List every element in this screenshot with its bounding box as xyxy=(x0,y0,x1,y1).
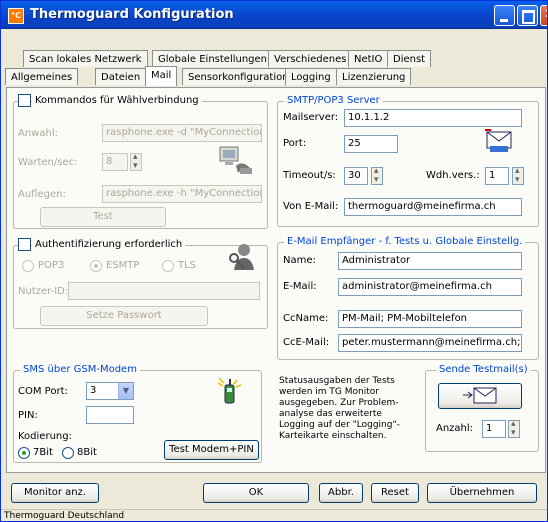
wait-field[interactable]: 8 xyxy=(102,153,128,171)
send-testmail-button[interactable] xyxy=(438,383,522,409)
pin-field[interactable] xyxy=(86,406,134,424)
title-bar[interactable]: °C Thermoguard Konfiguration xyxy=(1,1,547,29)
mailserver-field[interactable]: 10.1.1.2 xyxy=(344,109,522,127)
testmail-count-field[interactable]: 1 xyxy=(482,420,506,438)
apply-button[interactable]: Übernehmen xyxy=(427,483,537,503)
port-label: Port: xyxy=(283,138,307,149)
auth-group-title: Authentifizierung erforderlich xyxy=(32,239,186,250)
timeout-field[interactable]: 30 xyxy=(344,167,368,185)
user-id-field[interactable] xyxy=(68,282,260,300)
encoding-label: Kodierung: xyxy=(18,431,72,442)
auth-esmtp-label: ESMTP xyxy=(106,260,140,271)
sms-group-title: SMS über GSM-Modem xyxy=(20,364,140,375)
chevron-down-icon: ▼ xyxy=(118,383,133,399)
port-field[interactable]: 25 xyxy=(344,135,398,153)
ccemail-field[interactable]: peter.mustermann@meinefirma.ch; pe xyxy=(338,334,522,352)
auth-pop3-label: POP3 xyxy=(38,260,65,271)
key-person-icon xyxy=(226,242,256,272)
com-port-value: 3 xyxy=(90,385,97,396)
ccname-label: CcName: xyxy=(283,313,329,324)
recipient-group-title: E-Mail Empfänger - f. Tests u. Globale E… xyxy=(284,236,526,247)
tab-sensor-config[interactable]: Sensorkonfiguration xyxy=(182,68,295,85)
com-port-select[interactable]: 3 ▼ xyxy=(86,382,134,400)
tab-general[interactable]: Allgemeines xyxy=(5,68,79,85)
set-password-button[interactable]: Setze Passwort xyxy=(40,306,208,326)
mail-tab-page: Kommandos für Wählverbindung Anwahl: ras… xyxy=(6,87,546,473)
com-port-label: COM Port: xyxy=(18,386,68,397)
timeout-label: Timeout/s: xyxy=(283,170,336,181)
from-email-field[interactable]: thermoguard@meinefirma.ch xyxy=(344,198,522,216)
maximize-button[interactable] xyxy=(517,5,538,26)
testmail-count-label: Anzahl: xyxy=(436,423,474,434)
gsm-phone-icon xyxy=(216,377,244,407)
encoding-8bit-label: 8Bit xyxy=(77,447,97,458)
encoding-7bit-label: 7Bit xyxy=(33,447,53,458)
recipient-email-field[interactable]: administrator@meinefirma.ch xyxy=(338,278,522,296)
dial-command-field[interactable]: rasphone.exe -d "MyConnection xyxy=(102,124,262,142)
ok-button[interactable]: OK xyxy=(203,483,309,503)
sms-group: SMS über GSM-Modem COM Port: 3 ▼ PIN: Kod… xyxy=(13,364,262,463)
mail-server-icon xyxy=(484,128,514,154)
minimize-button[interactable] xyxy=(494,5,515,26)
hangup-command-field[interactable]: rasphone.exe -h "MyConnection xyxy=(102,185,262,203)
from-email-label: Von E-Mail: xyxy=(283,201,339,212)
close-button[interactable] xyxy=(540,5,547,26)
encoding-8bit-radio[interactable] xyxy=(62,447,74,459)
user-id-label: Nutzer-ID: xyxy=(18,286,69,297)
smtp-group: SMTP/POP3 Server Mailserver: 10.1.1.2 Po… xyxy=(277,95,539,227)
encoding-7bit-radio[interactable] xyxy=(18,447,30,459)
recipient-group: E-Mail Empfänger - f. Tests u. Globale E… xyxy=(277,236,539,360)
pin-label: PIN: xyxy=(18,410,38,421)
dialup-checkbox[interactable] xyxy=(18,94,31,107)
mailserver-label: Mailserver: xyxy=(283,112,339,123)
recipient-name-field[interactable]: Administrator xyxy=(338,252,522,270)
dialup-group: Kommandos für Wählverbindung Anwahl: ras… xyxy=(13,94,268,229)
wait-label: Warten/sec: xyxy=(18,157,78,168)
retry-spinner[interactable] xyxy=(512,166,524,185)
envelope-send-icon xyxy=(463,387,497,404)
reset-button[interactable]: Reset xyxy=(371,483,419,503)
tab-mail[interactable]: Mail xyxy=(145,66,178,86)
tab-files[interactable]: Dateien xyxy=(95,68,147,85)
cancel-button[interactable]: Abbr. xyxy=(319,483,363,503)
tab-netio[interactable]: NetIO xyxy=(348,50,389,67)
status-bar: Thermoguard Deutschland xyxy=(1,509,547,521)
auth-group: Authentifizierung erforderlich POP3 ESMT… xyxy=(13,238,268,329)
tab-global-settings[interactable]: Globale Einstellungen xyxy=(152,50,274,67)
recipient-email-label: E-Mail: xyxy=(283,281,317,292)
ccname-field[interactable]: PM-Mail; PM-Mobiltelefon xyxy=(338,310,522,328)
hangup-label: Auflegen: xyxy=(18,189,66,200)
auth-pop3-radio[interactable] xyxy=(22,260,34,272)
auth-esmtp-radio[interactable] xyxy=(90,260,102,272)
recipient-name-label: Name: xyxy=(283,255,316,266)
testmail-count-spinner[interactable] xyxy=(508,419,520,438)
tab-licensing[interactable]: Lizenzierung xyxy=(336,68,412,85)
auth-checkbox[interactable] xyxy=(18,238,31,251)
retry-field[interactable]: 1 xyxy=(485,167,509,185)
monitor-button[interactable]: Monitor anz. xyxy=(11,483,99,503)
dialup-phone-computer-icon xyxy=(216,144,256,176)
smtp-group-title: SMTP/POP3 Server xyxy=(284,95,383,106)
app-thermometer-icon: °C xyxy=(8,8,24,24)
window-title: Thermoguard Konfiguration xyxy=(30,7,234,22)
timeout-spinner[interactable] xyxy=(371,166,383,185)
tab-service[interactable]: Dienst xyxy=(387,50,432,67)
dial-label: Anwahl: xyxy=(18,128,58,139)
retry-label: Wdh.vers.: xyxy=(426,170,480,181)
auth-tls-label: TLS xyxy=(178,260,197,271)
testmail-group: Sende Testmail(s) Anzahl: 1 xyxy=(425,364,539,452)
tab-scan-network[interactable]: Scan lokales Netzwerk xyxy=(23,50,148,67)
ccemail-label: CcE-Mail: xyxy=(283,337,330,348)
tab-logging[interactable]: Logging xyxy=(285,68,337,85)
dialup-test-button[interactable]: Test xyxy=(40,207,166,227)
dialup-group-title: Kommandos für Wählverbindung xyxy=(32,95,202,106)
config-window: °C Thermoguard Konfiguration Scan lokale… xyxy=(0,0,548,522)
test-modem-pin-button[interactable]: Test Modem+PIN xyxy=(164,440,259,460)
auth-tls-radio[interactable] xyxy=(162,260,174,272)
status-info-text: Statusausgaben der Tests werden im TG Mo… xyxy=(279,376,400,441)
tab-misc[interactable]: Verschiedenes xyxy=(268,50,353,67)
testmail-group-title: Sende Testmail(s) xyxy=(436,364,531,375)
wait-spinner[interactable] xyxy=(130,152,142,171)
